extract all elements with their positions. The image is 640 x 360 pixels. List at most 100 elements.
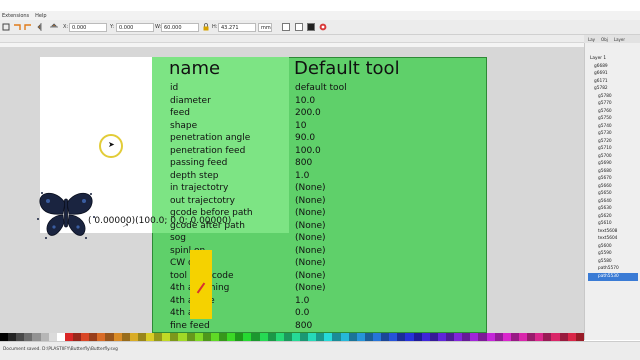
x-field[interactable]: 0.000	[69, 23, 107, 32]
property-value[interactable]: default tool	[295, 82, 347, 94]
color-swatch[interactable]	[227, 333, 236, 341]
color-swatch[interactable]	[429, 333, 438, 341]
color-swatch[interactable]	[462, 333, 471, 341]
color-swatch[interactable]	[0, 333, 9, 341]
color-swatch[interactable]	[178, 333, 187, 341]
color-swatch[interactable]	[8, 333, 17, 341]
rotate-left-icon[interactable]	[13, 23, 21, 31]
color-swatch[interactable]	[324, 333, 333, 341]
color-swatch[interactable]	[154, 333, 163, 341]
property-value[interactable]: 100.0	[295, 145, 321, 157]
property-value[interactable]: 200.0	[295, 107, 321, 119]
property-value[interactable]: (None)	[295, 270, 326, 282]
color-swatch[interactable]	[413, 333, 422, 341]
color-swatch[interactable]	[121, 333, 130, 341]
color-swatch[interactable]	[162, 333, 171, 341]
property-value[interactable]: (None)	[295, 245, 326, 257]
color-swatch[interactable]	[137, 333, 146, 341]
menu-help[interactable]: Help	[35, 13, 46, 19]
color-swatch[interactable]	[373, 333, 382, 341]
color-swatch[interactable]	[129, 333, 138, 341]
color-swatch[interactable]	[56, 333, 65, 341]
color-swatch[interactable]	[356, 333, 365, 341]
menu-extensions[interactable]: Extensions	[2, 13, 29, 19]
color-swatch[interactable]	[243, 333, 252, 341]
property-value[interactable]: 1.0	[295, 170, 309, 182]
property-value[interactable]: (None)	[295, 182, 326, 194]
color-swatch[interactable]	[89, 333, 98, 341]
color-swatch[interactable]	[40, 333, 49, 341]
select-all-icon[interactable]	[2, 23, 10, 31]
color-swatch[interactable]	[283, 333, 292, 341]
color-swatch[interactable]	[275, 333, 284, 341]
color-swatch[interactable]	[551, 333, 560, 341]
color-swatch[interactable]	[502, 333, 511, 341]
color-swatch[interactable]	[235, 333, 244, 341]
color-swatch[interactable]	[145, 333, 155, 341]
color-swatch[interactable]	[291, 333, 301, 341]
color-swatch[interactable]	[446, 333, 455, 341]
rotate-right-icon[interactable]	[24, 23, 32, 31]
width-field[interactable]: 60.000	[161, 23, 199, 32]
color-swatch[interactable]	[48, 333, 57, 341]
color-swatch[interactable]	[454, 333, 463, 341]
color-swatch[interactable]	[218, 333, 228, 341]
color-swatch[interactable]	[186, 333, 195, 341]
color-swatch[interactable]	[527, 333, 536, 341]
scale-stroke-toggle[interactable]	[282, 23, 290, 31]
scale-corners-toggle[interactable]	[295, 23, 303, 31]
color-swatch[interactable]	[397, 333, 406, 341]
color-swatch[interactable]	[300, 333, 309, 341]
color-swatch[interactable]	[72, 333, 82, 341]
color-swatch[interactable]	[202, 333, 211, 341]
color-swatch[interactable]	[364, 333, 374, 341]
color-swatch[interactable]	[543, 333, 552, 341]
color-swatch[interactable]	[97, 333, 106, 341]
color-swatch[interactable]	[259, 333, 268, 341]
height-field[interactable]: 43.271	[218, 23, 256, 32]
layer-tree-item[interactable]: path5530	[588, 272, 638, 281]
color-swatch[interactable]	[470, 333, 479, 341]
color-swatch[interactable]	[16, 333, 25, 341]
property-value[interactable]: (None)	[295, 257, 326, 269]
lock-icon[interactable]	[202, 23, 210, 31]
y-field[interactable]: 0.000	[116, 23, 154, 32]
color-swatch[interactable]	[389, 333, 398, 341]
color-swatch[interactable]	[210, 333, 219, 341]
color-swatch[interactable]	[32, 333, 41, 341]
dock-tab-layers[interactable]: Lay	[588, 37, 595, 42]
color-swatch[interactable]	[194, 333, 203, 341]
color-swatch[interactable]	[405, 333, 414, 341]
color-swatch[interactable]	[105, 333, 114, 341]
flip-vertical-icon[interactable]	[50, 23, 58, 31]
property-value[interactable]: 0.0	[295, 307, 309, 319]
color-swatch[interactable]	[340, 333, 349, 341]
color-swatch[interactable]	[170, 333, 179, 341]
property-value[interactable]: (None)	[295, 195, 326, 207]
color-swatch[interactable]	[24, 333, 33, 341]
property-value[interactable]: 90.0	[295, 132, 315, 144]
color-swatch[interactable]	[478, 333, 487, 341]
property-value[interactable]: (None)	[295, 220, 326, 232]
unit-select[interactable]: mm	[258, 23, 272, 32]
property-value[interactable]: (None)	[295, 232, 326, 244]
color-swatch[interactable]	[567, 333, 576, 341]
color-swatch[interactable]	[113, 333, 122, 341]
property-value[interactable]: 10.0	[295, 95, 315, 107]
color-swatch[interactable]	[559, 333, 568, 341]
color-swatch[interactable]	[486, 333, 495, 341]
color-swatch[interactable]	[332, 333, 341, 341]
property-value[interactable]: (None)	[295, 282, 326, 294]
property-value[interactable]: (None)	[295, 207, 326, 219]
color-swatch[interactable]	[81, 333, 90, 341]
color-swatch[interactable]	[510, 333, 519, 341]
color-swatch[interactable]	[575, 333, 584, 341]
butterfly-drawing[interactable]	[36, 189, 96, 241]
transform-patterns-icon[interactable]	[319, 23, 327, 31]
color-swatch[interactable]	[316, 333, 325, 341]
color-swatch[interactable]	[437, 333, 447, 341]
property-value[interactable]: 1.0	[295, 295, 309, 307]
dock-tab-layer-title[interactable]: Layer	[614, 37, 625, 42]
property-value[interactable]: 10	[295, 120, 306, 132]
property-value[interactable]: 800	[295, 157, 312, 169]
